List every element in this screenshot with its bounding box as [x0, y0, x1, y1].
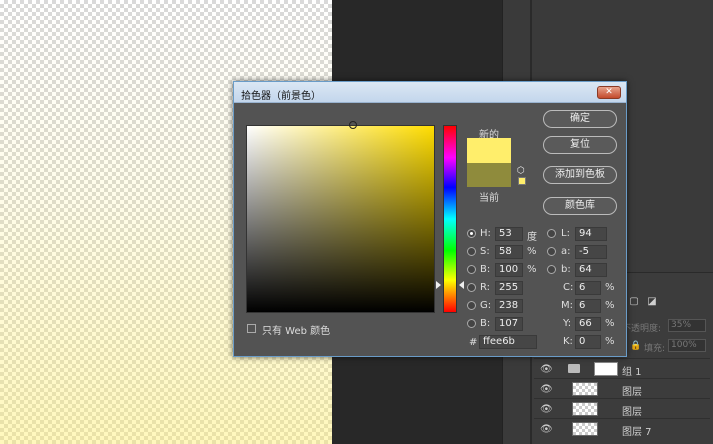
red-field[interactable]: 255 [495, 281, 523, 295]
yellow-field[interactable]: 66 [575, 317, 601, 331]
layer-name: 组 1 [622, 367, 642, 378]
new-color-swatch [467, 138, 511, 163]
lightness-radio[interactable] [547, 229, 556, 238]
opacity-field[interactable]: 35% [668, 319, 706, 332]
hue-unit: 度 [527, 232, 537, 243]
saturation-field[interactable]: 58 [495, 245, 523, 259]
layer-thumbnail [572, 422, 598, 436]
layer-thumbnail [594, 362, 618, 376]
folder-icon [568, 364, 580, 373]
magenta-unit: % [605, 300, 615, 311]
a-channel-radio[interactable] [547, 247, 556, 256]
reset-button[interactable]: 复位 [543, 136, 617, 154]
blue-label: B: [480, 318, 491, 329]
web-safe-swatch[interactable] [518, 177, 526, 185]
saturation-label: S: [480, 246, 490, 257]
green-field[interactable]: 238 [495, 299, 523, 313]
red-radio[interactable] [467, 283, 476, 292]
lightness-field[interactable]: 94 [575, 227, 607, 241]
color-cursor[interactable] [349, 121, 357, 129]
green-label: G: [480, 300, 492, 311]
brightness-field[interactable]: 100 [495, 263, 523, 277]
a-channel-label: a: [561, 246, 571, 257]
smart-object-filter-icon[interactable]: ◪ [646, 296, 658, 308]
b-channel-field[interactable]: 64 [575, 263, 607, 277]
layer-thumbnail [572, 382, 598, 396]
blue-field[interactable]: 107 [495, 317, 523, 331]
hue-label: H: [480, 228, 491, 239]
only-web-colors-checkbox[interactable] [247, 324, 256, 333]
hue-field[interactable]: 53 [495, 227, 523, 241]
cyan-label: C: [563, 282, 574, 293]
dialog-titlebar[interactable]: 拾色器（前景色） ✕ [234, 82, 626, 103]
hue-slider[interactable] [443, 125, 457, 313]
color-picker-dialog: 拾色器（前景色） ✕ 只有 Web 颜色 新的 当前 ⬡ 确定 复位 添加到色板… [233, 81, 627, 357]
magenta-field[interactable]: 6 [575, 299, 601, 313]
black-label: K: [563, 336, 573, 347]
dialog-title: 拾色器（前景色） [241, 91, 321, 102]
layer-name: 图层 7 [622, 427, 652, 438]
magenta-label: M: [561, 300, 573, 311]
out-of-gamut-cube-icon[interactable]: ⬡ [517, 166, 525, 176]
saturation-unit: % [527, 246, 537, 257]
eye-icon[interactable]: 👁 [540, 424, 553, 435]
saturation-brightness-field[interactable] [246, 121, 435, 313]
cyan-unit: % [605, 282, 615, 293]
brightness-radio[interactable] [467, 265, 476, 274]
layer-row-group[interactable]: 👁 组 1 [534, 358, 710, 378]
b-channel-label: b: [561, 264, 571, 275]
b-channel-radio[interactable] [547, 265, 556, 274]
hue-slider-handle-left[interactable] [436, 281, 441, 289]
black-field[interactable]: 0 [575, 335, 601, 349]
layer-row[interactable]: 👁 图层 [534, 378, 710, 398]
fill-field[interactable]: 100% [668, 339, 706, 352]
layer-row[interactable]: 👁 图层 7 [534, 418, 710, 438]
black-unit: % [605, 336, 615, 347]
layer-name: 图层 [622, 407, 642, 418]
yellow-label: Y: [563, 318, 572, 329]
red-label: R: [480, 282, 491, 293]
layer-name: 图层 [622, 387, 642, 398]
hue-slider-handle-right[interactable] [459, 281, 464, 289]
saturation-radio[interactable] [467, 247, 476, 256]
current-color-swatch[interactable] [467, 163, 511, 187]
lightness-label: L: [561, 228, 570, 239]
cyan-field[interactable]: 6 [575, 281, 601, 295]
hue-radio[interactable] [467, 229, 476, 238]
only-web-colors-label: 只有 Web 颜色 [262, 326, 331, 337]
brightness-label: B: [480, 264, 491, 275]
color-libraries-button[interactable]: 颜色库 [543, 197, 617, 215]
brightness-unit: % [527, 264, 537, 275]
close-button[interactable]: ✕ [597, 86, 621, 99]
hex-field[interactable]: ffee6b [479, 335, 537, 349]
hex-label: # [469, 337, 478, 348]
eye-icon[interactable]: 👁 [540, 384, 553, 395]
green-radio[interactable] [467, 301, 476, 310]
opacity-label: 不透明度: [622, 324, 662, 334]
layer-row[interactable]: 👁 图层 [534, 398, 710, 418]
lock-icon[interactable]: 🔒 [630, 341, 641, 351]
blue-radio[interactable] [467, 319, 476, 328]
eye-icon[interactable]: 👁 [540, 404, 553, 415]
a-channel-field[interactable]: -5 [575, 245, 607, 259]
shape-filter-icon[interactable]: ▢ [628, 296, 640, 308]
current-color-label: 当前 [479, 193, 499, 204]
eye-icon[interactable]: 👁 [540, 364, 553, 375]
fill-label: 填充: [644, 344, 666, 354]
add-to-swatches-button[interactable]: 添加到色板 [543, 166, 617, 184]
layer-thumbnail [572, 402, 598, 416]
ok-button[interactable]: 确定 [543, 110, 617, 128]
yellow-unit: % [605, 318, 615, 329]
